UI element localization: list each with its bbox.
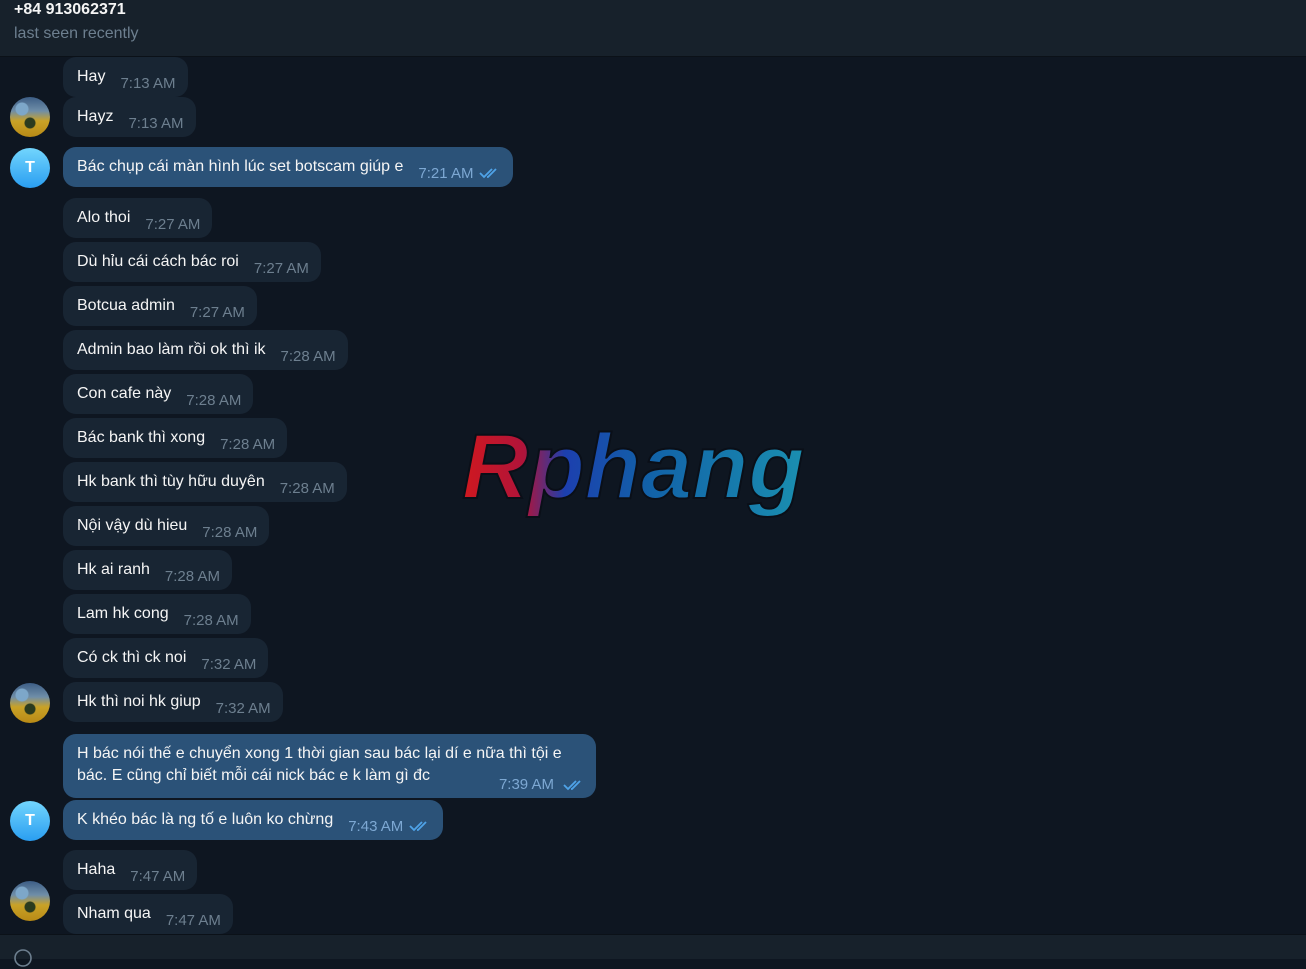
message-text: Có ck thì ck noi (77, 649, 187, 666)
incoming-message[interactable]: Hayz 7:13 AM (63, 97, 196, 137)
paperclip-icon[interactable] (12, 947, 34, 969)
message-text: Dù hỉu cái cách bác roi (77, 253, 239, 270)
outgoing-message[interactable]: K khéo bác là ng tố e luôn ko chừng 7:43… (63, 800, 444, 840)
message-time: 7:32 AM (215, 699, 271, 717)
incoming-message[interactable]: Có ck thì ck noi 7:32 AM (63, 638, 269, 678)
message-time: 7:28 AM (164, 567, 220, 585)
double-check-icon (409, 821, 427, 832)
incoming-message[interactable]: Lam hk cong 7:28 AM (63, 594, 251, 634)
message-text: Bác bank thì xong (77, 429, 206, 446)
incoming-message[interactable]: Hk ai ranh 7:28 AM (63, 550, 232, 590)
incoming-message[interactable]: Hay 7:13 AM (63, 57, 188, 97)
message-time: 7:21 AM (418, 164, 474, 182)
message-time: 7:47 AM (130, 867, 186, 885)
user-avatar[interactable]: T (10, 148, 50, 188)
message-text: Admin bao làm rồi ok thì ik (77, 341, 266, 358)
contact-avatar[interactable] (10, 683, 50, 723)
message-time: 7:27 AM (189, 303, 245, 321)
message-text: Hk ai ranh (77, 561, 150, 578)
contact-avatar[interactable] (10, 97, 50, 137)
contact-avatar[interactable] (10, 881, 50, 921)
message-text: Hayz (77, 108, 114, 125)
incoming-message[interactable]: Nội vậy dù hieu 7:28 AM (63, 506, 270, 546)
incoming-message[interactable]: Con cafe này 7:28 AM (63, 374, 254, 414)
chat-header[interactable]: +84 913062371 last seen recently (0, 0, 1306, 57)
message-text: Lam hk cong (77, 605, 169, 622)
incoming-message[interactable]: Nham qua 7:47 AM (63, 894, 233, 934)
outgoing-message[interactable]: H bác nói thế e chuyển xong 1 thời gian … (63, 734, 596, 798)
message-time: 7:27 AM (145, 215, 201, 233)
message-time: 7:28 AM (279, 479, 335, 497)
message-text: Hk thì noi hk giup (77, 693, 201, 710)
outgoing-message[interactable]: Bác chụp cái màn hình lúc set botscam gi… (63, 147, 514, 187)
message-input[interactable] (52, 945, 452, 959)
incoming-message[interactable]: Hk bank thì tùy hữu duyên 7:28 AM (63, 462, 347, 502)
message-composer[interactable] (0, 934, 1306, 967)
message-text: Hk bank thì tùy hữu duyên (77, 473, 265, 490)
message-text: Bác chụp cái màn hình lúc set botscam gi… (77, 158, 404, 175)
watermark-logo: Rphang (461, 420, 805, 519)
double-check-icon (563, 780, 581, 791)
message-time: 7:13 AM (120, 74, 176, 92)
message-time: 7:47 AM (165, 911, 221, 929)
message-time: 7:32 AM (201, 655, 257, 673)
message-time: 7:39 AM (498, 776, 554, 793)
incoming-message[interactable]: Hk thì noi hk giup 7:32 AM (63, 682, 283, 722)
contact-name[interactable]: +84 913062371 (14, 1, 126, 19)
double-check-icon (479, 168, 498, 179)
message-time: 7:28 AM (220, 435, 276, 453)
message-text: Alo thoi (77, 209, 131, 226)
incoming-message[interactable]: Botcua admin 7:27 AM (63, 286, 257, 326)
incoming-message[interactable]: Bác bank thì xong 7:28 AM (63, 418, 288, 458)
message-text: Botcua admin (77, 297, 175, 314)
incoming-message[interactable]: Dù hỉu cái cách bác roi 7:27 AM (63, 242, 321, 282)
user-avatar[interactable]: T (10, 801, 50, 841)
message-text: Con cafe này (77, 385, 172, 402)
message-time: 7:28 AM (280, 347, 336, 365)
message-time: 7:43 AM (348, 817, 404, 835)
incoming-message[interactable]: Admin bao làm rồi ok thì ik 7:28 AM (63, 330, 348, 370)
message-text: Haha (77, 861, 116, 878)
message-time: 7:28 AM (183, 611, 239, 629)
incoming-message[interactable]: Alo thoi 7:27 AM (63, 198, 213, 238)
message-time: 7:28 AM (202, 523, 258, 541)
message-text: Nội vậy dù hieu (77, 517, 188, 534)
watermark-text: Rphang (462, 420, 804, 518)
incoming-message[interactable]: Haha 7:47 AM (63, 850, 198, 890)
contact-status: last seen recently (14, 25, 139, 42)
message-text: Hay (77, 68, 106, 85)
message-text: Nham qua (77, 905, 151, 922)
message-time: 7:13 AM (128, 114, 184, 132)
message-text: K khéo bác là ng tố e luôn ko chừng (77, 811, 334, 828)
message-time: 7:28 AM (186, 391, 242, 409)
message-time: 7:27 AM (253, 259, 309, 277)
